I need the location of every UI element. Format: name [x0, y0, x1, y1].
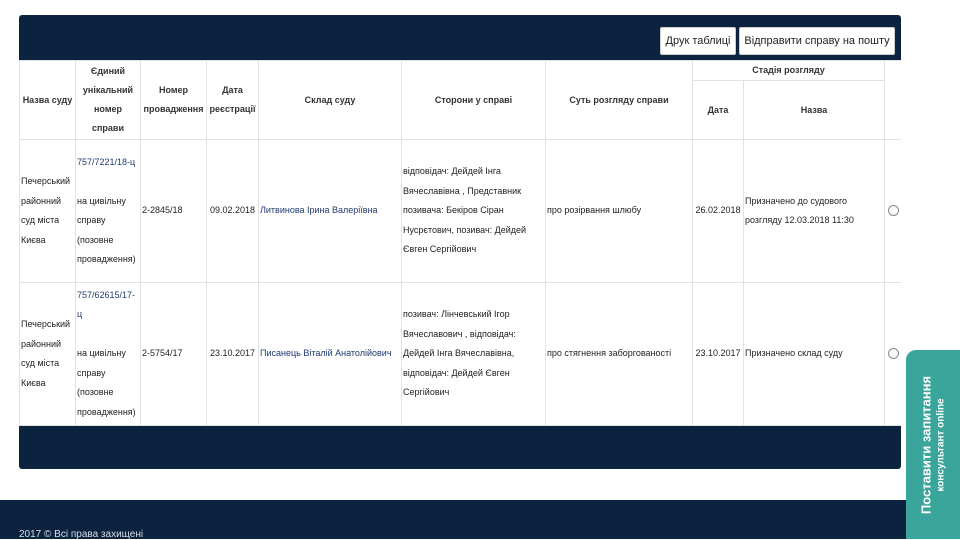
cell-proceeding: 2-5754/17: [140, 282, 207, 426]
row-select-radio[interactable]: [887, 348, 899, 360]
judge-link[interactable]: Писанець Віталій Анатолійович: [260, 348, 392, 358]
cell-select: [884, 139, 901, 283]
cell-stage-name: Призначено склад суду: [743, 282, 885, 426]
cases-table: Назва суду Єдиний унікальний номер справ…: [19, 60, 901, 426]
cell-stage-date: 23.10.2017: [692, 282, 744, 426]
consultant-widget-label: Поставити запитання консультант online: [918, 360, 949, 530]
cell-court-composition: Литвинова Ірина Валеріївна: [258, 139, 402, 283]
cell-stage-date: 26.02.2018: [692, 139, 744, 283]
header-court: Назва суду: [19, 60, 76, 140]
panel-toolbar: Друк таблиці Відправити справу на пошту: [19, 15, 901, 60]
row-select-radio[interactable]: [887, 205, 899, 217]
cell-court-composition: Писанець Віталій Анатолійович: [258, 282, 402, 426]
consultant-title: Поставити запитання: [918, 375, 934, 514]
cases-table-wrapper: Назва суду Єдиний унікальний номер справ…: [19, 60, 901, 426]
cell-court: Печерський районний суд міста Києва: [19, 282, 76, 426]
header-select: [884, 60, 901, 140]
case-type: на цивільну справу (позовне провадження): [77, 195, 136, 265]
cell-registration-date: 09.02.2018: [206, 139, 259, 283]
header-stage-name: Назва: [743, 80, 885, 140]
table-row: Печерський районний суд міста Києва 757/…: [19, 139, 901, 283]
page-footer: 2017 © Всі права захищені: [0, 500, 960, 540]
table-row: Печерський районний суд міста Києва 757/…: [19, 282, 901, 426]
case-number-link[interactable]: 757/7221/18-ц: [77, 157, 135, 167]
cell-case-number: 757/62615/17-ц на цивільну справу (позов…: [75, 282, 141, 426]
header-parties: Сторони у справі: [401, 60, 546, 140]
cell-select: [884, 282, 901, 426]
judge-link[interactable]: Литвинова Ірина Валеріївна: [260, 205, 378, 215]
copyright-text: 2017 © Всі права захищені: [19, 529, 144, 540]
consultant-widget[interactable]: Поставити запитання консультант online: [906, 350, 960, 539]
case-number-link[interactable]: 757/62615/17-ц: [77, 290, 135, 320]
header-stage: Стадія розгляду: [692, 60, 885, 81]
cell-parties: відповідач: Дейдей Інга Вячеславівна , П…: [401, 139, 546, 283]
cell-stage-name: Призначено до судового розгляду 12.03.20…: [743, 139, 885, 283]
case-type: на цивільну справу (позовне провадження): [77, 348, 136, 417]
cell-court: Печерський районний суд міста Києва: [19, 139, 76, 283]
cell-registration-date: 23.10.2017: [206, 282, 259, 426]
header-stage-date: Дата: [692, 80, 744, 140]
cell-essence: про стягнення заборгованості: [545, 282, 693, 426]
cell-case-number: 757/7221/18-ц на цивільну справу (позовн…: [75, 139, 141, 283]
consultant-subtitle: консультант online: [935, 397, 947, 492]
send-case-email-button[interactable]: Відправити справу на пошту: [739, 27, 895, 55]
header-registration-date: Дата реєстрації: [206, 60, 259, 140]
header-essence: Суть розгляду справи: [545, 60, 693, 140]
header-case-number: Єдиний унікальний номер справи: [75, 60, 141, 140]
cell-proceeding: 2-2845/18: [140, 139, 207, 283]
header-proceeding: Номер провадження: [140, 60, 207, 140]
case-panel: Друк таблиці Відправити справу на пошту …: [19, 15, 901, 469]
cell-essence: про розірвання шлюбу: [545, 139, 693, 283]
header-court-composition: Склад суду: [258, 60, 402, 140]
print-table-button[interactable]: Друк таблиці: [660, 27, 736, 55]
cell-parties: позивач: Лінчевський Ігор Вячеславович ,…: [401, 282, 546, 426]
